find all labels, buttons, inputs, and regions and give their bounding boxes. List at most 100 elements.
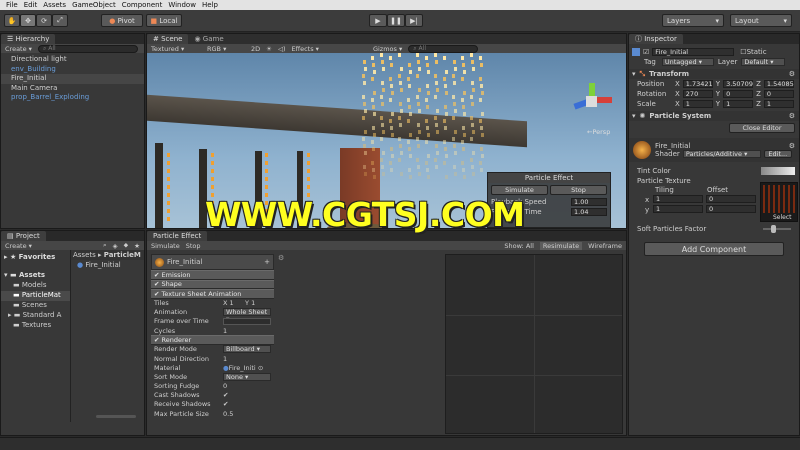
particle-effect-tab[interactable]: Particle Effect xyxy=(147,231,208,241)
checkbox-checked-icon[interactable]: ✔ xyxy=(154,271,159,279)
2d-toggle[interactable]: 2D xyxy=(251,45,260,53)
tint-color-swatch[interactable] xyxy=(761,167,795,175)
menu-file[interactable]: File xyxy=(3,1,21,9)
frame-curve[interactable] xyxy=(223,317,271,325)
breadcrumb-child[interactable]: ParticleM xyxy=(104,251,141,259)
edit-shader-button[interactable]: Edit... xyxy=(763,150,792,158)
gear-icon[interactable]: ⚙ xyxy=(278,254,284,262)
checkbox-checked-icon[interactable]: ✔ xyxy=(154,280,159,288)
module-texture-sheet[interactable]: ✔ Texture Sheet Animation xyxy=(151,289,274,299)
target-icon[interactable]: ⊙ xyxy=(258,364,263,372)
folder-item[interactable]: ▬ ParticleMat xyxy=(1,291,70,301)
play-button[interactable]: ▶ xyxy=(369,14,387,27)
render-mode-dropdown[interactable]: RGB ▾ xyxy=(207,45,245,53)
texture-thumbnail[interactable]: Select xyxy=(760,182,798,222)
shader-dropdown[interactable]: Particles/Additive ▾ xyxy=(682,150,761,158)
folder-item[interactable]: ▬ Models xyxy=(1,281,70,291)
folder-item[interactable]: ▸ ▬ Standard A xyxy=(1,311,70,321)
checkbox-checked-icon[interactable]: ✔ xyxy=(223,400,228,408)
layer-dropdown[interactable]: Default ▾ xyxy=(741,58,786,66)
pe-simulate-button[interactable]: Simulate xyxy=(151,242,180,250)
search-icon[interactable]: ⌕ xyxy=(103,241,107,250)
sorting-fudge-value[interactable]: 0 xyxy=(223,382,227,390)
menu-assets[interactable]: Assets xyxy=(40,1,69,9)
checkbox-checked-icon[interactable]: ✔ xyxy=(154,290,159,298)
overlay-stop-button[interactable]: Stop xyxy=(550,185,607,195)
light-icon[interactable]: ☀ xyxy=(266,45,272,53)
menu-help[interactable]: Help xyxy=(199,1,221,9)
material-field[interactable]: ●Fire_Initi ⊙ xyxy=(223,364,263,372)
step-button[interactable]: ▶| xyxy=(405,14,423,27)
pos-x-field[interactable]: 1.73421 xyxy=(682,80,713,88)
hierarchy-tab[interactable]: ☰ Hierarchy xyxy=(1,34,56,44)
module-renderer[interactable]: ✔ Renderer xyxy=(151,335,274,345)
offset-y-field[interactable]: 0 xyxy=(706,205,756,213)
scale-x-field[interactable]: 1 xyxy=(682,100,713,108)
pe-stop-button[interactable]: Stop xyxy=(186,242,201,250)
scene-search-input[interactable]: ⌕ All xyxy=(408,44,479,53)
transform-header[interactable]: ▾ ⤡ Transform ⚙ xyxy=(629,69,799,79)
scale-tool-icon[interactable]: ⤢ xyxy=(52,14,68,27)
checkbox-checked-icon[interactable]: ✔ xyxy=(154,336,159,344)
offset-x-field[interactable]: 0 xyxy=(706,195,756,203)
pos-y-field[interactable]: 3.50709 xyxy=(723,80,754,88)
normal-dir-value[interactable]: 1 xyxy=(223,355,227,363)
filter-icon[interactable]: ◈ xyxy=(113,242,118,250)
checkbox-checked-icon[interactable]: ✔ xyxy=(223,391,228,399)
persp-label[interactable]: ←Persp xyxy=(587,128,610,136)
max-size-value[interactable]: 0.5 xyxy=(223,410,233,418)
tiles-x[interactable]: X 1 xyxy=(223,299,234,307)
plus-icon[interactable]: + xyxy=(264,258,273,266)
inspector-tab[interactable]: ⓘ Inspector xyxy=(629,34,683,44)
shading-dropdown[interactable]: Textured ▾ xyxy=(151,45,201,53)
pivot-toggle[interactable]: ● Pivot xyxy=(101,14,143,27)
rotate-tool-icon[interactable]: ⟳ xyxy=(36,14,52,27)
show-all-dropdown[interactable]: Show: All xyxy=(504,242,534,250)
checkbox-checked-icon[interactable]: ☑ xyxy=(643,48,649,56)
sort-mode-dropdown[interactable]: None ▾ xyxy=(223,372,271,381)
object-name-field[interactable]: Fire_Initial xyxy=(652,47,735,56)
pause-button[interactable]: ❚❚ xyxy=(387,14,405,27)
animation-dropdown[interactable]: Whole Sheet ▾ xyxy=(223,308,271,323)
tiles-y[interactable]: Y 1 xyxy=(245,299,255,307)
hierarchy-item[interactable]: Fire_Initial xyxy=(1,74,144,84)
playback-time-field[interactable]: 1.04 xyxy=(571,208,607,216)
curve-editor[interactable] xyxy=(445,254,623,434)
module-emission[interactable]: ✔ Emission xyxy=(151,270,274,280)
tag-icon[interactable]: ⬥ xyxy=(124,241,129,250)
module-shape[interactable]: ✔ Shape xyxy=(151,279,274,289)
tag-dropdown[interactable]: Untagged ▾ xyxy=(661,58,714,66)
layout-dropdown[interactable]: Layout ▾ xyxy=(730,14,792,27)
favorites-node[interactable]: ▸ ★ Favorites xyxy=(1,253,70,263)
effects-dropdown[interactable]: Effects ▾ xyxy=(292,45,319,53)
hand-tool-icon[interactable]: ✋ xyxy=(4,14,20,27)
local-toggle[interactable]: ■ Local xyxy=(146,14,182,27)
hierarchy-item[interactable]: prop_Barrel_Exploding xyxy=(1,93,144,103)
hierarchy-item[interactable]: env_Building xyxy=(1,65,144,75)
menu-window[interactable]: Window xyxy=(165,1,199,9)
file-item[interactable]: ● Fire_Initial xyxy=(71,260,144,271)
scene-tab[interactable]: # Scene xyxy=(147,34,189,44)
breadcrumb-root[interactable]: Assets xyxy=(73,251,96,259)
layers-dropdown[interactable]: Layers ▾ xyxy=(662,14,724,27)
game-tab[interactable]: ◉ Game xyxy=(188,34,230,44)
folder-item[interactable]: ▬ Textures xyxy=(1,321,70,331)
gear-icon[interactable]: ⚙ xyxy=(789,112,799,120)
menu-gameobject[interactable]: GameObject xyxy=(69,1,119,9)
orientation-gizmo[interactable] xyxy=(572,83,612,123)
pos-z-field[interactable]: 1.54085 xyxy=(763,80,794,88)
overlay-simulate-button[interactable]: Simulate xyxy=(491,185,548,195)
menu-component[interactable]: Component xyxy=(119,1,166,9)
zoom-slider[interactable] xyxy=(96,415,136,418)
wireframe-toggle[interactable]: Wireframe xyxy=(588,242,622,250)
gizmos-dropdown[interactable]: Gizmos ▾ xyxy=(373,45,402,53)
star-icon[interactable]: ★ xyxy=(134,242,140,250)
slider-handle[interactable] xyxy=(771,225,776,233)
rot-x-field[interactable]: 270 xyxy=(682,90,713,98)
render-mode-dropdown[interactable]: Billboard ▾ xyxy=(223,345,271,354)
particle-system-header[interactable]: ▾ ✺ Particle System ⚙ xyxy=(629,111,799,121)
menu-edit[interactable]: Edit xyxy=(21,1,41,9)
rot-z-field[interactable]: 0 xyxy=(763,90,794,98)
rot-y-field[interactable]: 0 xyxy=(723,90,754,98)
gear-icon[interactable]: ⚙ xyxy=(789,70,799,78)
